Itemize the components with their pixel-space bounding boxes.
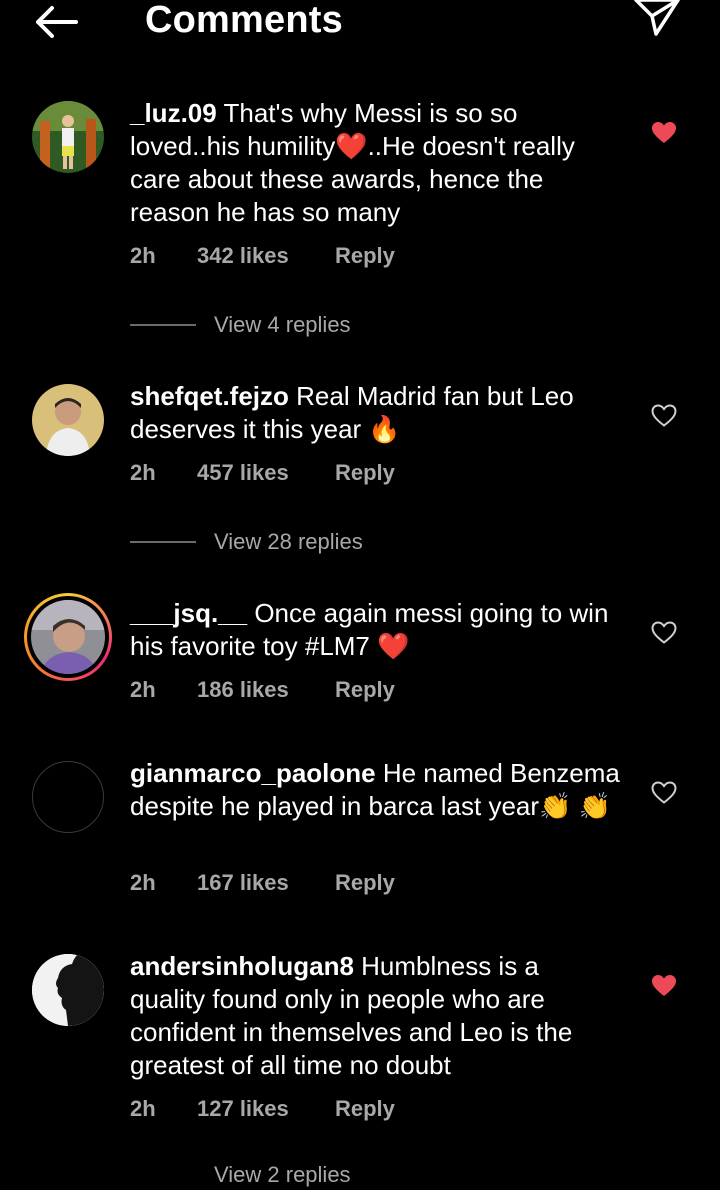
comment-username[interactable]: ___jsq.__ bbox=[130, 598, 247, 628]
comment-time: 2h bbox=[130, 1096, 156, 1121]
heart-filled-icon[interactable] bbox=[651, 974, 677, 998]
divider bbox=[130, 541, 196, 543]
comment-likes[interactable]: 127 likes bbox=[197, 1095, 289, 1123]
comment-username[interactable]: andersinholugan8 bbox=[130, 951, 354, 981]
comment-username[interactable]: shefqet.fejzo bbox=[130, 381, 289, 411]
avatar[interactable] bbox=[32, 761, 104, 833]
comment-time: 2h bbox=[130, 677, 156, 702]
avatar[interactable] bbox=[32, 384, 104, 456]
reply-button[interactable]: Reply bbox=[335, 1095, 395, 1123]
view-replies-button[interactable]: View 4 replies bbox=[130, 310, 530, 340]
avatar[interactable] bbox=[32, 101, 104, 173]
view-replies-button[interactable]: View 2 replies bbox=[130, 1160, 530, 1190]
reply-button[interactable]: Reply bbox=[335, 676, 395, 704]
comment-likes[interactable]: 186 likes bbox=[197, 676, 289, 704]
heart-filled-icon[interactable] bbox=[651, 121, 677, 145]
heart-outline-icon[interactable] bbox=[651, 621, 677, 645]
heart-outline-icon[interactable] bbox=[651, 781, 677, 805]
reply-button[interactable]: Reply bbox=[335, 869, 395, 897]
story-ring[interactable] bbox=[24, 593, 112, 681]
comment-likes[interactable]: 342 likes bbox=[197, 242, 289, 270]
comment-likes[interactable]: 457 likes bbox=[197, 459, 289, 487]
header: Comments bbox=[0, 0, 720, 41]
comment-time: 2h bbox=[130, 243, 156, 268]
reply-button[interactable]: Reply bbox=[335, 242, 395, 270]
comment-username[interactable]: gianmarco_paolone bbox=[130, 758, 376, 788]
page-title: Comments bbox=[145, 0, 343, 41]
comment-username[interactable]: _luz.09 bbox=[130, 98, 217, 128]
arrow-left-icon[interactable] bbox=[32, 4, 80, 40]
comment-time: 2h bbox=[130, 460, 156, 485]
view-replies-button[interactable]: View 28 replies bbox=[130, 527, 530, 557]
comment-time: 2h bbox=[130, 870, 156, 895]
divider bbox=[130, 324, 196, 326]
comment-likes[interactable]: 167 likes bbox=[197, 869, 289, 897]
paper-plane-icon[interactable] bbox=[632, 0, 682, 40]
avatar[interactable] bbox=[31, 600, 105, 674]
reply-button[interactable]: Reply bbox=[335, 459, 395, 487]
avatar[interactable] bbox=[32, 954, 104, 1026]
heart-outline-icon[interactable] bbox=[651, 404, 677, 428]
